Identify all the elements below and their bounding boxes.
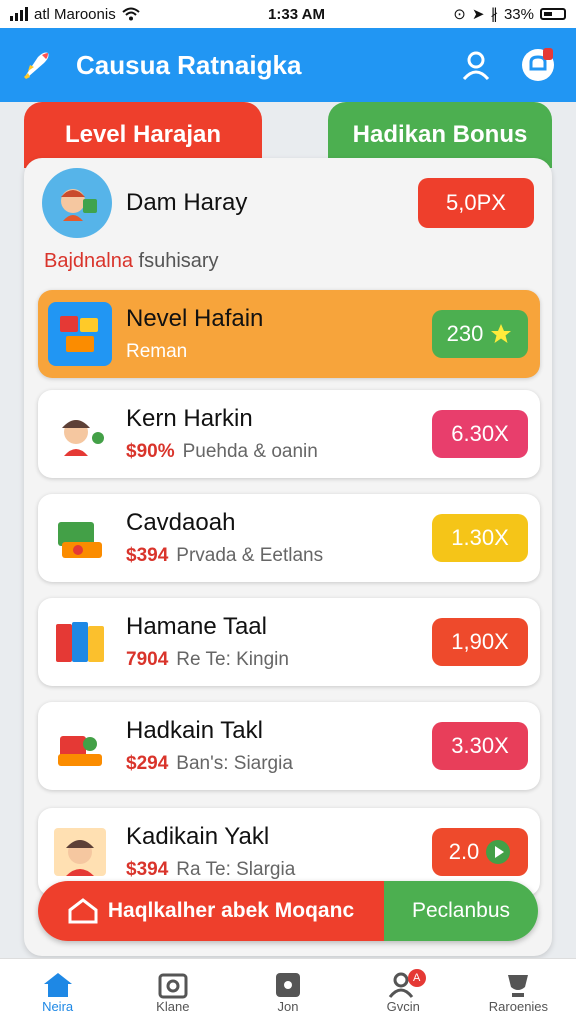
alarm-icon: ⊙: [453, 6, 466, 23]
item-desc: Ra Te: Slargia: [176, 859, 296, 880]
item-title: Nevel Hafain: [126, 305, 264, 332]
kid-avatar-icon: [61, 189, 97, 221]
profile-button[interactable]: [456, 45, 496, 85]
rocket-logo-icon[interactable]: [18, 47, 54, 83]
item-desc: Reman: [126, 341, 188, 362]
signal-icon: [10, 7, 28, 21]
item-subline: $294 Ban's: Siargia: [126, 753, 432, 775]
clock: 1:33 AM: [268, 5, 325, 23]
trophy-icon: [508, 974, 529, 997]
item-title: Hadkain Takl: [126, 717, 263, 744]
subtitle-text: fsuhisary: [132, 250, 219, 272]
list-item[interactable]: Cavdaoah $394 Prvada & Eetlans 1.30X: [38, 494, 540, 582]
wifi-icon: [122, 7, 140, 21]
item-value: 230: [446, 321, 484, 346]
profile-row[interactable]: Dam Haray 5,0PX: [42, 168, 534, 238]
list-item[interactable]: Kern Harkin $90% Puehda & oanin 6.30X: [38, 390, 540, 478]
item-price: 7904: [126, 649, 169, 670]
main-action-label: Haqlkalher abek Moqanc: [107, 899, 355, 922]
nav-label: Neira: [42, 998, 74, 1014]
camera-icon: [158, 973, 188, 998]
cards-thumb-icon: [48, 610, 112, 674]
kid-thumb-icon: [48, 402, 112, 466]
profile-name: Dam Haray: [126, 189, 248, 216]
nav-label: Gvcin: [386, 998, 420, 1014]
media-icon: [276, 972, 300, 997]
nav-rewards[interactable]: Raroenies: [461, 959, 576, 1025]
nav-label: Raroenies: [488, 998, 549, 1014]
nav-home[interactable]: Neira: [0, 959, 115, 1025]
item-subline: $90% Puehda & oanin: [126, 441, 432, 463]
item-desc: Re Te: Kingin: [176, 649, 289, 670]
app-bar: Causua Ratnaigka: [0, 28, 576, 102]
item-price: $394: [126, 859, 169, 880]
battery-icon: [539, 8, 566, 20]
item-subline: $394 Prvada & Eetlans: [126, 545, 432, 567]
avatar: [42, 168, 112, 238]
app-title: Causua Ratnaigka: [76, 49, 302, 80]
star-icon: [491, 324, 512, 343]
game-thumb-icon: [48, 302, 112, 366]
list-item[interactable]: Nevel Hafain Reman 230: [38, 290, 540, 378]
item-value-button[interactable]: 1.30X: [432, 514, 528, 562]
item-price: $90%: [126, 441, 175, 462]
item-desc: Ban's: Siargia: [176, 753, 293, 774]
item-value-button[interactable]: 1,90X: [432, 618, 528, 666]
nav-friends[interactable]: A Gvcin: [346, 959, 461, 1025]
location-icon: ➤: [471, 6, 485, 23]
secondary-action-button[interactable]: Peclanbus: [384, 881, 538, 941]
user-icon: [462, 51, 490, 81]
item-subline: $394 Ra Te: Slargia: [126, 859, 432, 881]
kid-thumb-icon: [48, 820, 112, 884]
profile-value-button[interactable]: 5,0PX: [418, 178, 534, 228]
treasure-thumb-icon: [48, 714, 112, 778]
status-bar: atl Maroonis 1:33 AM ⊙ ➤ ∦ 33%: [0, 0, 576, 28]
item-value-button[interactable]: 6.30X: [432, 410, 528, 458]
nav-badge: A: [407, 969, 426, 987]
item-desc: Puehda & oanin: [182, 441, 318, 462]
item-value: 2.0: [448, 839, 480, 864]
carrier-label: atl Maroonis: [34, 5, 116, 23]
notifications-button[interactable]: [518, 45, 558, 85]
home-icon: [43, 972, 72, 997]
main-action-button[interactable]: Haqlkalher abek Moqanc: [38, 881, 384, 941]
item-subline: 7904 Re Te: Kingin: [126, 649, 432, 671]
chest-thumb-icon: [48, 506, 112, 570]
battery-label: 33%: [503, 5, 534, 23]
nav-media[interactable]: Jon: [230, 959, 345, 1025]
play-icon: [486, 840, 511, 864]
bottom-nav: Neira Klane Jon A Gvcin Raroenies: [0, 958, 576, 1025]
item-title: Kadikain Yakl: [126, 823, 270, 850]
item-price: $394: [126, 545, 169, 566]
list-item[interactable]: Hadkain Takl $294 Ban's: Siargia 3.30X: [38, 702, 540, 790]
subtitle-accent: Bajdnalna: [44, 250, 133, 272]
nav-camera[interactable]: Klane: [115, 959, 230, 1025]
bottom-action-bar: Haqlkalher abek Moqanc Peclanbus: [38, 881, 538, 941]
notification-bell-icon: [522, 48, 554, 81]
item-value-button[interactable]: 3.30X: [432, 722, 528, 770]
bluetooth-icon: ∦: [490, 6, 498, 23]
list-item[interactable]: Hamane Taal 7904 Re Te: Kingin 1,90X: [38, 598, 540, 686]
item-title: Hamane Taal: [126, 613, 267, 640]
nav-label: Klane: [156, 998, 190, 1014]
home-icon: [68, 898, 98, 924]
item-title: Kern Harkin: [126, 405, 253, 432]
nav-label: Jon: [277, 998, 299, 1014]
item-price: $294: [126, 753, 169, 774]
item-value-button[interactable]: 230: [432, 310, 528, 358]
item-desc: Prvada & Eetlans: [176, 545, 324, 566]
section-subtitle: Bajdnalna fsuhisary: [44, 250, 219, 273]
item-title: Cavdaoah: [126, 509, 236, 536]
item-value-button[interactable]: 2.0: [432, 828, 528, 876]
